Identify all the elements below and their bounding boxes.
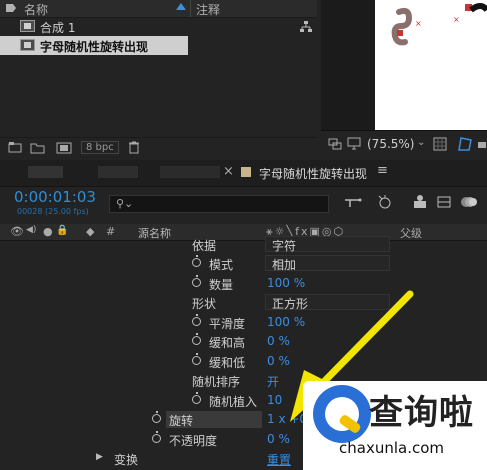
project-column-header: 名称 注释 xyxy=(0,0,317,18)
chevron-down-icon[interactable]: ⌄ xyxy=(417,137,425,148)
property-name: 数量 xyxy=(209,278,234,292)
column-divider[interactable] xyxy=(190,0,191,17)
project-panel: 名称 注释 合成 1 字母随机性旋转出现 8 bpc xyxy=(0,0,317,158)
column-name[interactable]: 名称 xyxy=(24,1,48,18)
stopwatch-icon[interactable] xyxy=(192,392,201,404)
interpret-footage-icon[interactable] xyxy=(8,141,23,154)
search-icon: ⚲⌄ xyxy=(116,197,134,210)
reset-link[interactable]: 重置 xyxy=(267,451,291,468)
project-item-comp-1[interactable]: 合成 1 xyxy=(0,17,317,36)
bpc-button[interactable]: 8 bpc xyxy=(81,141,119,154)
watermark-logo: 查询啦 chaxunla.com xyxy=(303,381,487,470)
opacity-value[interactable]: 0 % xyxy=(267,432,290,446)
close-icon[interactable]: × xyxy=(223,164,234,179)
property-name: 旋转 xyxy=(169,414,194,428)
label-icon[interactable] xyxy=(6,4,16,12)
blurred-tab[interactable] xyxy=(160,166,220,178)
project-item-selected[interactable]: 字母随机性旋转出现 xyxy=(0,36,188,55)
canvas-artwork: × × xyxy=(391,3,487,46)
mode-dropdown[interactable]: 相加 ⌄ xyxy=(265,255,390,272)
composition-icon xyxy=(20,39,35,51)
mask-visibility-icon[interactable] xyxy=(457,136,473,155)
project-footer: 8 bpc xyxy=(0,137,317,158)
project-item-label: 合成 1 xyxy=(40,21,76,35)
frame-rate-readout: 00028 (25.00 fps) xyxy=(17,207,89,216)
stopwatch-icon[interactable] xyxy=(192,275,201,287)
zoom-dropdown[interactable]: (75.5%) xyxy=(367,137,414,151)
stopwatch-icon[interactable] xyxy=(192,353,201,365)
property-name: 缓和高 xyxy=(209,336,246,350)
tab-timeline-comp[interactable]: × 字母随机性旋转出现 ≡ xyxy=(223,160,395,185)
property-name: 依据 xyxy=(192,239,217,253)
blurred-tab[interactable] xyxy=(28,166,63,178)
magnifier-logo-icon xyxy=(313,385,371,443)
camera-icon[interactable] xyxy=(477,139,487,153)
chevron-down-icon: ⌄ xyxy=(272,255,281,266)
dropdown-value: 字符 xyxy=(272,239,297,253)
audio-icon[interactable]: ◀) xyxy=(26,225,36,235)
blurred-tab[interactable] xyxy=(98,166,138,178)
stopwatch-icon[interactable] xyxy=(192,333,201,345)
project-item-label: 字母随机性旋转出现 xyxy=(40,40,149,54)
comp-flowchart-icon[interactable] xyxy=(344,196,362,213)
monitor-icon[interactable] xyxy=(347,137,361,153)
menu-icon[interactable]: ≡ xyxy=(377,163,388,178)
column-comment[interactable]: 注释 xyxy=(196,1,220,18)
property-name: 平滑度 xyxy=(209,317,246,331)
viewer-toolbar: (75.5%) ⌄ xyxy=(321,130,487,159)
sort-arrow-icon[interactable] xyxy=(176,3,186,10)
label-color-icon xyxy=(241,167,251,177)
timeline-tab-bar: × 字母随机性旋转出现 ≡ xyxy=(0,160,487,187)
stopwatch-icon[interactable] xyxy=(152,411,161,423)
draft-3d-icon[interactable] xyxy=(376,194,394,213)
tab-label: 字母随机性旋转出现 xyxy=(259,167,368,181)
property-name: 随机植入 xyxy=(209,395,258,409)
timeline-controls: 0:00:01:03 00028 (25.00 fps) ⚲⌄ xyxy=(0,187,487,223)
property-name: 模式 xyxy=(209,258,234,272)
composition-canvas[interactable]: × × xyxy=(375,0,487,130)
frame-blending-icon[interactable] xyxy=(436,194,452,213)
svg-text:×: × xyxy=(453,15,460,24)
stopwatch-icon[interactable] xyxy=(192,255,201,267)
stopwatch-icon[interactable] xyxy=(152,431,161,443)
current-time-display[interactable]: 0:00:01:03 xyxy=(14,188,96,206)
property-name: 变换 xyxy=(114,453,139,467)
property-name: 缓和低 xyxy=(209,356,246,370)
based-on-dropdown[interactable]: 字符 xyxy=(265,236,390,253)
layer-search-input[interactable]: ⚲⌄ xyxy=(109,195,329,213)
flowchart-icon[interactable] xyxy=(300,21,312,32)
property-name: 形状 xyxy=(192,297,217,311)
expand-triangle-icon[interactable]: ▶ xyxy=(96,452,103,462)
new-composition-icon[interactable] xyxy=(56,141,72,154)
region-icon[interactable] xyxy=(328,138,342,153)
property-name: 不透明度 xyxy=(169,434,218,448)
svg-text:×: × xyxy=(415,19,422,28)
new-folder-icon[interactable] xyxy=(30,141,45,154)
watermark-title: 查询啦 xyxy=(369,393,474,433)
watermark-url: chaxunla.com xyxy=(339,439,444,457)
motion-blur-icon[interactable] xyxy=(460,194,478,213)
composition-icon xyxy=(20,20,35,32)
grid-icon[interactable] xyxy=(433,137,447,154)
stopwatch-icon[interactable] xyxy=(192,314,201,326)
property-row-based-on[interactable]: 依据 字符 xyxy=(0,235,487,255)
property-name: 随机排序 xyxy=(192,375,241,389)
trash-icon[interactable] xyxy=(128,141,143,154)
composition-viewer[interactable]: × × xyxy=(321,0,487,130)
shy-layers-icon[interactable] xyxy=(412,194,428,213)
randomize-order-toggle[interactable]: 开 xyxy=(267,373,279,390)
property-row-mode[interactable]: 模式 相加 ⌄ xyxy=(0,254,487,274)
